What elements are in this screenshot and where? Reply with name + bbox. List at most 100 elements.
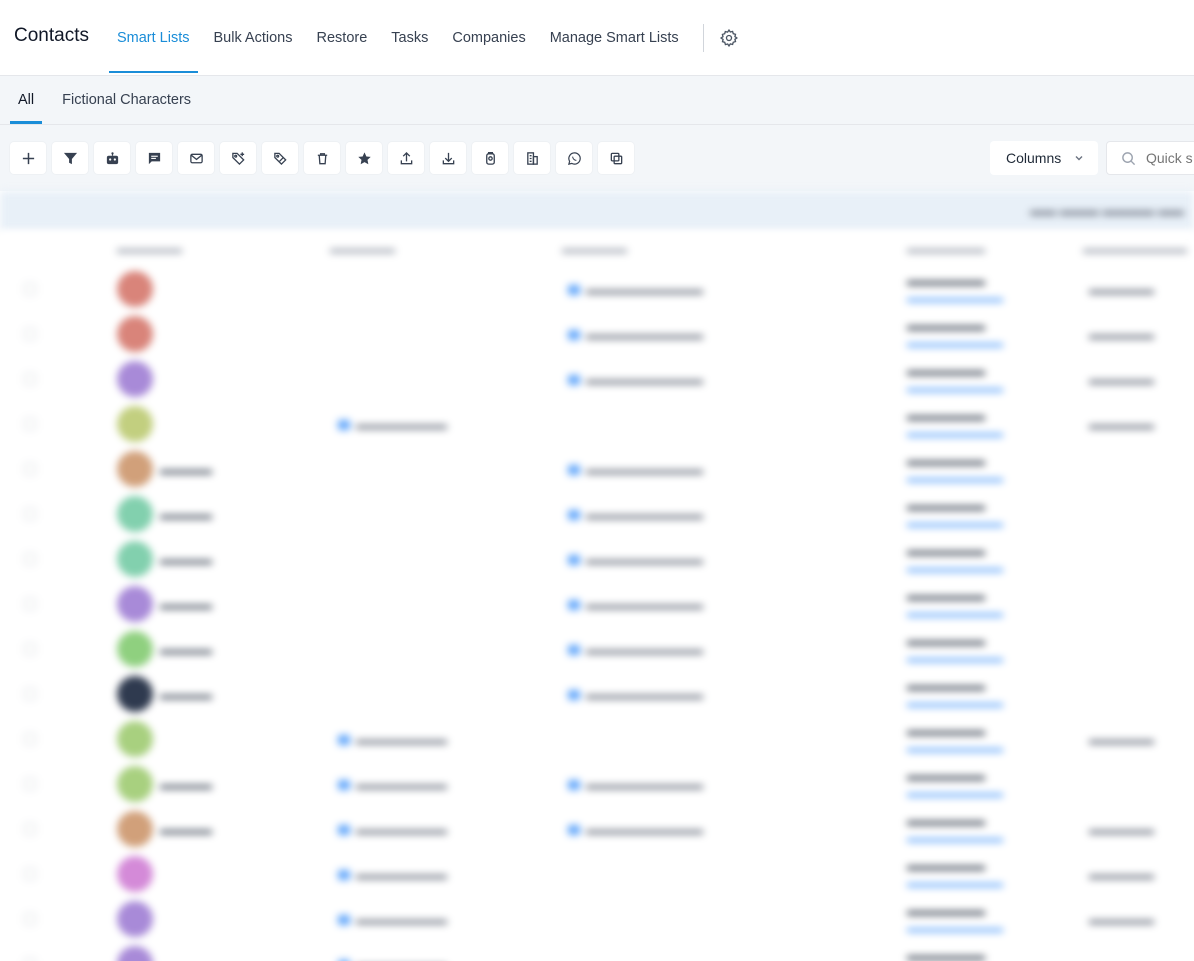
row-checkbox[interactable] (24, 778, 36, 790)
row-checkbox[interactable] (24, 733, 36, 745)
remove-tag-icon[interactable] (262, 142, 298, 174)
table-row[interactable]: ▬▬▬▬ ▬▬▬▬▬▬▬▬▬ ▬▬▬▬▬▬ ▬▬▬▬▬▬▬▬ (0, 492, 1194, 537)
import-icon[interactable] (430, 142, 466, 174)
row-checkbox[interactable] (24, 328, 36, 340)
table-row[interactable]: ▬▬▬▬ ▬▬▬▬▬▬▬▬▬ ▬▬▬▬▬▬ ▬▬▬▬▬▬▬▬ (0, 537, 1194, 582)
row-checkbox[interactable] (24, 913, 36, 925)
contact-email[interactable]: ▬▬▬▬▬▬▬▬▬ (568, 597, 703, 612)
contact-phone[interactable]: ▬▬▬▬▬▬▬ (338, 822, 447, 837)
created-time: ▬▬▬▬▬▬▬▬ (907, 516, 1003, 530)
contact-name[interactable]: ▬▬▬▬ (160, 552, 212, 567)
contact-phone[interactable]: ▬▬▬▬▬▬▬ (338, 777, 447, 792)
tab-all[interactable]: All (10, 76, 43, 124)
table-row[interactable]: ▬▬▬▬▬▬▬▬▬ ▬▬▬▬▬▬ ▬▬▬▬▬▬▬▬ ▬▬▬▬▬ (0, 312, 1194, 357)
search-input[interactable] (1146, 150, 1194, 166)
row-checkbox[interactable] (24, 643, 36, 655)
last-activity: ▬▬▬▬▬ (1089, 372, 1154, 387)
email-icon[interactable] (178, 142, 214, 174)
add-icon[interactable] (10, 142, 46, 174)
created-time: ▬▬▬▬▬▬▬▬ (907, 426, 1003, 440)
add-tag-icon[interactable] (220, 142, 256, 174)
contact-name[interactable]: ▬▬▬▬ (160, 507, 212, 522)
row-checkbox[interactable] (24, 868, 36, 880)
contact-phone[interactable]: ▬▬▬▬▬▬▬ (338, 957, 447, 961)
row-checkbox[interactable] (24, 553, 36, 565)
table-row[interactable]: ▬▬▬▬ ▬▬▬▬▬▬▬▬▬ ▬▬▬▬▬▬ ▬▬▬▬▬▬▬▬ (0, 627, 1194, 672)
avatar (117, 271, 153, 307)
avatar (117, 901, 153, 937)
contact-name[interactable]: ▬▬▬▬ (160, 777, 212, 792)
row-checkbox[interactable] (24, 598, 36, 610)
row-checkbox[interactable] (24, 463, 36, 475)
columns-label: Columns (1006, 150, 1062, 166)
created-date: ▬▬▬▬▬▬ (907, 498, 985, 513)
table-row[interactable]: ▬▬▬▬ ▬▬▬▬▬▬▬▬▬ ▬▬▬▬▬▬ ▬▬▬▬▬▬▬▬ (0, 582, 1194, 627)
row-checkbox[interactable] (24, 373, 36, 385)
created-date: ▬▬▬▬▬▬ (907, 408, 985, 423)
row-checkbox[interactable] (24, 508, 36, 520)
contact-name[interactable]: ▬▬▬▬ (160, 642, 212, 657)
row-checkbox[interactable] (24, 688, 36, 700)
tab-restore[interactable]: Restore (309, 0, 376, 76)
column-phone-header[interactable]: ▬▬▬▬▬ (330, 241, 395, 256)
avatar (117, 721, 153, 757)
contact-name[interactable]: ▬▬▬▬ (160, 687, 212, 702)
contact-name[interactable]: ▬▬▬▬ (160, 597, 212, 612)
contact-email[interactable]: ▬▬▬▬▬▬▬▬▬ (568, 372, 703, 387)
table-row[interactable]: ▬▬▬▬ ▬▬▬▬▬▬▬ ▬▬▬▬▬▬▬▬▬ ▬▬▬▬▬▬ ▬▬▬▬▬▬▬▬ (0, 762, 1194, 807)
contact-email[interactable]: ▬▬▬▬▬▬▬▬▬ (568, 777, 703, 792)
column-created-header[interactable]: ▬▬▬▬▬▬ (907, 241, 985, 256)
tab-smart-lists[interactable]: Smart Lists (108, 0, 198, 76)
table-row[interactable]: ▬▬▬▬▬▬▬ ▬▬▬▬▬▬ ▬▬▬▬▬▬▬▬ ▬▬▬▬▬ (0, 897, 1194, 942)
contact-email[interactable]: ▬▬▬▬▬▬▬▬▬ (568, 552, 703, 567)
table-row[interactable]: ▬▬▬▬▬▬▬ ▬▬▬▬▬▬ ▬▬▬▬▬▬▬▬ ▬▬▬▬▬ (0, 852, 1194, 897)
quick-search[interactable] (1106, 141, 1194, 175)
row-checkbox[interactable] (24, 283, 36, 295)
column-activity-header[interactable]: ▬▬▬▬▬▬▬▬ (1083, 241, 1187, 256)
contact-name[interactable]: ▬▬▬▬ (160, 822, 212, 837)
company-icon[interactable] (514, 142, 550, 174)
sms-icon[interactable] (136, 142, 172, 174)
column-name-header[interactable]: ▬▬▬▬▬ (117, 241, 182, 256)
tab-manage-smart-lists[interactable]: Manage Smart Lists (542, 0, 687, 76)
filter-icon[interactable] (52, 142, 88, 174)
review-icon[interactable] (472, 142, 508, 174)
contact-email[interactable]: ▬▬▬▬▬▬▬▬▬ (568, 507, 703, 522)
table-row[interactable]: ▬▬▬▬ ▬▬▬▬▬▬▬▬▬ ▬▬▬▬▬▬ ▬▬▬▬▬▬▬▬ (0, 447, 1194, 492)
contact-email[interactable]: ▬▬▬▬▬▬▬▬▬ (568, 462, 703, 477)
contact-email[interactable]: ▬▬▬▬▬▬▬▬▬ (568, 687, 703, 702)
contact-phone[interactable]: ▬▬▬▬▬▬▬ (338, 417, 447, 432)
export-icon[interactable] (388, 142, 424, 174)
column-email-header[interactable]: ▬▬▬▬▬ (562, 241, 627, 256)
contact-email[interactable]: ▬▬▬▬▬▬▬▬▬ (568, 822, 703, 837)
contact-email[interactable]: ▬▬▬▬▬▬▬▬▬ (568, 282, 703, 297)
whatsapp-icon[interactable] (556, 142, 592, 174)
contact-email[interactable]: ▬▬▬▬▬▬▬▬▬ (568, 327, 703, 342)
tab-companies[interactable]: Companies (444, 0, 533, 76)
row-checkbox[interactable] (24, 418, 36, 430)
row-checkbox[interactable] (24, 823, 36, 835)
delete-icon[interactable] (304, 142, 340, 174)
contact-phone[interactable]: ▬▬▬▬▬▬▬ (338, 912, 447, 927)
contact-email[interactable]: ▬▬▬▬▬▬▬▬▬ (568, 642, 703, 657)
table-row[interactable]: ▬▬▬▬▬▬▬▬▬▬▬▬▬▬▬▬▬▬▬▬▬ (0, 942, 1194, 961)
contact-phone[interactable]: ▬▬▬▬▬▬▬ (338, 732, 447, 747)
table-row[interactable]: ▬▬▬▬▬▬▬ ▬▬▬▬▬▬ ▬▬▬▬▬▬▬▬ ▬▬▬▬▬ (0, 717, 1194, 762)
table-row[interactable]: ▬▬▬▬ ▬▬▬▬▬▬▬ ▬▬▬▬▬▬▬▬▬ ▬▬▬▬▬▬ ▬▬▬▬▬▬▬▬ ▬▬▬▬▬ (0, 807, 1194, 852)
gear-icon[interactable] (718, 27, 740, 49)
tab-bulk-actions[interactable]: Bulk Actions (206, 0, 301, 76)
star-icon[interactable] (346, 142, 382, 174)
table-row[interactable]: ▬▬▬▬▬▬▬▬▬ ▬▬▬▬▬▬ ▬▬▬▬▬▬▬▬ ▬▬▬▬▬ (0, 357, 1194, 402)
created-date: ▬▬▬▬▬▬ (907, 543, 985, 558)
tab-fictional-characters[interactable]: Fictional Characters (54, 76, 199, 124)
tab-tasks[interactable]: Tasks (383, 0, 436, 76)
contact-name[interactable]: ▬▬▬▬ (160, 462, 212, 477)
last-activity: ▬▬▬▬▬ (1089, 282, 1154, 297)
table-row[interactable]: ▬▬▬▬▬▬▬▬▬ ▬▬▬▬▬▬ ▬▬▬▬▬▬▬▬ ▬▬▬▬▬ (0, 267, 1194, 312)
table-row[interactable]: ▬▬▬▬ ▬▬▬▬▬▬▬▬▬ ▬▬▬▬▬▬ ▬▬▬▬▬▬▬▬ (0, 672, 1194, 717)
automation-icon[interactable] (94, 142, 130, 174)
table-row[interactable]: ▬▬▬▬▬▬▬ ▬▬▬▬▬▬ ▬▬▬▬▬▬▬▬ ▬▬▬▬▬ (0, 402, 1194, 447)
columns-dropdown[interactable]: Columns (990, 141, 1098, 175)
contact-phone[interactable]: ▬▬▬▬▬▬▬ (338, 867, 447, 882)
merge-icon[interactable] (598, 142, 634, 174)
